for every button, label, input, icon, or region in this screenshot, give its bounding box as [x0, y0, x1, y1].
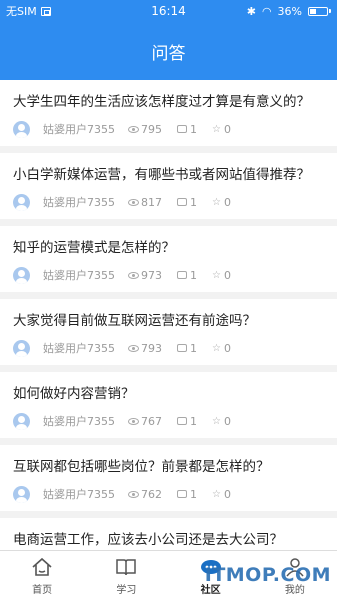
- question-item[interactable]: 小白学新媒体运营，有哪些书或者网站值得推荐？ 姑婆用户7355 817 1 ☆ 0: [0, 153, 337, 219]
- question-title[interactable]: 互联网都包括哪些岗位？前景都是怎样的？: [13, 458, 324, 476]
- stars-count: ☆ 0: [212, 269, 231, 282]
- stars-value: 0: [223, 122, 231, 136]
- battery-icon: [308, 6, 331, 16]
- comment-icon: [177, 271, 187, 279]
- question-title[interactable]: 大家觉得目前做互联网运营还有前途吗？: [13, 312, 324, 330]
- bluetooth-icon: ✱: [246, 4, 256, 18]
- question-title[interactable]: 小白学新媒体运营，有哪些书或者网站值得推荐？: [13, 166, 324, 184]
- question-title[interactable]: 电商运营工作，应该去小公司还是去大公司？: [13, 531, 324, 549]
- star-icon: ☆: [212, 123, 221, 135]
- carrier-label: 无SIM: [6, 5, 37, 18]
- question-item[interactable]: 知乎的运营模式是怎样的？ 姑婆用户7355 973 1 ☆ 0: [0, 226, 337, 292]
- star-icon: ☆: [212, 342, 221, 354]
- question-list[interactable]: 大学生四年的生活应该怎样度过才算是有意义的？ 姑婆用户7355 795 1 ☆ 0…: [0, 80, 337, 550]
- comment-icon: [177, 490, 187, 498]
- home-icon: [31, 555, 53, 579]
- tab-home[interactable]: 首页: [0, 551, 84, 600]
- avatar: [13, 193, 30, 211]
- stars-value: 0: [223, 195, 231, 209]
- comments-value: 1: [190, 122, 197, 136]
- comments-value: 1: [190, 341, 197, 355]
- question-item[interactable]: 如何做好内容营销？ 姑婆用户7355 767 1 ☆ 0: [0, 372, 337, 438]
- stars-count: ☆ 0: [212, 342, 231, 355]
- views-value: 767: [141, 414, 162, 428]
- comments-count: 1: [177, 269, 197, 282]
- eye-icon: [128, 490, 139, 498]
- comment-icon: [177, 417, 187, 425]
- comments-value: 1: [190, 414, 197, 428]
- stars-count: ☆ 0: [212, 415, 231, 428]
- views-count: 973: [128, 269, 162, 282]
- comments-value: 1: [190, 195, 197, 209]
- comments-value: 1: [190, 268, 197, 282]
- views-value: 793: [141, 341, 162, 355]
- username: 姑婆用户7355: [43, 342, 115, 355]
- eye-icon: [128, 198, 139, 206]
- username: 姑婆用户7355: [43, 196, 115, 209]
- username: 姑婆用户7355: [43, 123, 115, 136]
- stars-count: ☆ 0: [212, 123, 231, 136]
- comment-icon: [177, 344, 187, 352]
- comments-count: 1: [177, 415, 197, 428]
- comments-count: 1: [177, 196, 197, 209]
- star-icon: ☆: [212, 415, 221, 427]
- eye-icon: [128, 125, 139, 133]
- eye-icon: [128, 344, 139, 352]
- comments-count: 1: [177, 123, 197, 136]
- header: 问答: [0, 22, 337, 80]
- avatar: [13, 485, 30, 503]
- eye-icon: [128, 271, 139, 279]
- sim-icon: [40, 6, 51, 16]
- views-value: 973: [141, 268, 162, 282]
- tab-study-label: 学习: [116, 585, 137, 596]
- eye-icon: [128, 417, 139, 425]
- avatar: [13, 120, 30, 138]
- comment-icon: [177, 198, 187, 206]
- username: 姑婆用户7355: [43, 488, 115, 501]
- question-item[interactable]: 大家觉得目前做互联网运营还有前途吗？ 姑婆用户7355 793 1 ☆ 0: [0, 299, 337, 365]
- comments-value: 1: [190, 487, 197, 501]
- wifi-icon: ◠: [261, 4, 272, 18]
- page-title: 问答: [151, 43, 186, 64]
- stars-count: ☆ 0: [212, 196, 231, 209]
- comments-count: 1: [177, 342, 197, 355]
- views-value: 817: [141, 195, 162, 209]
- avatar: [13, 412, 30, 430]
- status-bar: 无SIM 16:14 ✱ ◠ 36%: [0, 0, 337, 22]
- username: 姑婆用户7355: [43, 415, 115, 428]
- stars-value: 0: [223, 487, 231, 501]
- views-count: 793: [128, 342, 162, 355]
- stars-value: 0: [223, 341, 231, 355]
- avatar: [13, 339, 30, 357]
- views-value: 795: [141, 122, 162, 136]
- comments-count: 1: [177, 488, 197, 501]
- watermark: ITMOP.COM: [205, 564, 331, 586]
- watermark-text: ITMOP.COM: [204, 564, 331, 586]
- question-title[interactable]: 如何做好内容营销？: [13, 385, 324, 403]
- views-count: 817: [128, 196, 162, 209]
- views-count: 767: [128, 415, 162, 428]
- tab-home-label: 首页: [32, 585, 53, 596]
- star-icon: ☆: [212, 488, 221, 500]
- question-item[interactable]: 电商运营工作，应该去小公司还是去大公司？: [0, 518, 337, 550]
- username: 姑婆用户7355: [43, 269, 115, 282]
- stars-value: 0: [223, 414, 231, 428]
- question-title[interactable]: 大学生四年的生活应该怎样度过才算是有意义的？: [13, 93, 324, 111]
- views-count: 795: [128, 123, 162, 136]
- question-title[interactable]: 知乎的运营模式是怎样的？: [13, 239, 324, 257]
- star-icon: ☆: [212, 269, 221, 281]
- battery-percent: 36%: [277, 4, 302, 18]
- views-count: 762: [128, 488, 162, 501]
- stars-value: 0: [223, 268, 231, 282]
- views-value: 762: [141, 487, 162, 501]
- question-item[interactable]: 大学生四年的生活应该怎样度过才算是有意义的？ 姑婆用户7355 795 1 ☆ 0: [0, 80, 337, 146]
- stars-count: ☆ 0: [212, 488, 231, 501]
- tab-study[interactable]: 学习: [84, 551, 168, 600]
- question-item[interactable]: 互联网都包括哪些岗位？前景都是怎样的？ 姑婆用户7355 762 1 ☆ 0: [0, 445, 337, 511]
- star-icon: ☆: [212, 196, 221, 208]
- book-icon: [115, 555, 137, 579]
- avatar: [13, 266, 30, 284]
- comment-icon: [177, 125, 187, 133]
